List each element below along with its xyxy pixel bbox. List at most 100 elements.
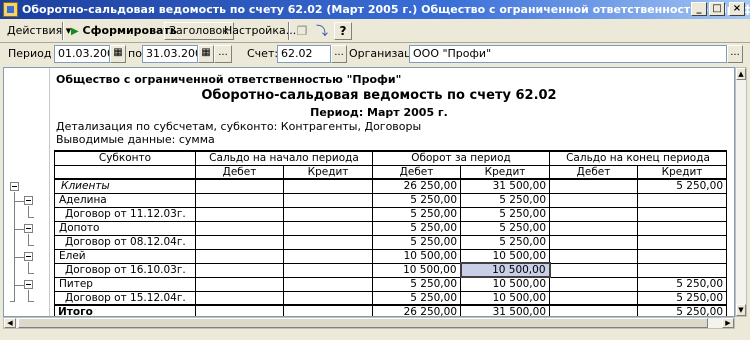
value-cell[interactable] — [195, 192, 284, 208]
table-row[interactable]: Клиенты 26 250,00 31 500,00 5 250,00 — [54, 178, 728, 194]
value-cell[interactable] — [549, 234, 639, 250]
close-button[interactable]: × — [729, 2, 745, 16]
value-cell[interactable]: 5 250,00 — [460, 234, 551, 250]
scroll-up-icon[interactable]: ▲ — [736, 68, 746, 80]
table-row[interactable]: Елей 10 500,00 10 500,00 — [54, 248, 728, 264]
value-cell[interactable] — [282, 276, 374, 292]
period-select-button[interactable]: ... — [214, 45, 232, 63]
value-cell[interactable] — [637, 220, 728, 236]
subconto-cell[interactable]: Договор от 15.12.04г. — [54, 290, 196, 306]
value-cell[interactable] — [282, 206, 374, 222]
value-cell[interactable]: 5 250,00 — [372, 290, 462, 306]
account-field[interactable]: 62.02 — [277, 45, 331, 63]
table-row[interactable]: Питер 5 250,00 10 500,00 5 250,00 — [54, 276, 728, 292]
value-cell[interactable]: 5 250,00 — [372, 220, 462, 236]
value-cell[interactable]: 5 250,00 — [460, 206, 551, 222]
tree-collapse-icon[interactable] — [10, 182, 19, 191]
value-cell[interactable]: 5 250,00 — [637, 178, 728, 194]
table-row[interactable]: Аделина 5 250,00 5 250,00 — [54, 192, 728, 208]
subconto-cell[interactable]: Допото — [54, 220, 196, 236]
value-cell[interactable] — [549, 276, 639, 292]
value-cell[interactable]: 10 500,00 — [459, 262, 551, 278]
value-cell[interactable] — [282, 248, 374, 264]
period-from-field[interactable]: 01.03.2005 — [54, 45, 110, 63]
scroll-down-icon[interactable]: ▼ — [736, 304, 746, 316]
value-cell[interactable] — [195, 234, 284, 250]
value-cell[interactable] — [637, 248, 728, 264]
value-cell[interactable]: 5 250,00 — [372, 206, 462, 222]
subconto-cell[interactable]: Питер — [54, 276, 196, 292]
value-cell[interactable] — [549, 290, 639, 306]
value-cell[interactable] — [282, 178, 374, 194]
table-row[interactable]: Договор от 15.12.04г. 5 250,00 10 500,00 5 … — [54, 290, 728, 306]
value-cell[interactable] — [637, 262, 728, 278]
value-cell[interactable]: 5 250,00 — [460, 192, 551, 208]
vertical-scrollbar[interactable]: ▲ ▼ — [735, 67, 747, 317]
value-cell[interactable]: 10 500,00 — [372, 262, 462, 278]
period-to-field[interactable]: 31.03.2005 — [142, 45, 198, 63]
subconto-cell[interactable]: Договор от 11.12.03г. — [54, 206, 196, 222]
table-row[interactable]: Договор от 11.12.03г. 5 250,00 5 250,00 — [54, 206, 728, 222]
value-cell[interactable]: 10 500,00 — [460, 290, 551, 306]
value-cell[interactable] — [549, 220, 639, 236]
value-cell[interactable] — [282, 220, 374, 236]
value-cell[interactable]: 31 500,00 — [460, 178, 551, 194]
tree-collapse-icon[interactable] — [24, 280, 33, 289]
value-cell[interactable]: 5 250,00 — [637, 276, 728, 292]
value-cell[interactable]: 10 500,00 — [372, 248, 462, 264]
scroll-right-icon[interactable]: ▶ — [722, 318, 734, 328]
value-cell[interactable] — [549, 178, 639, 194]
scroll-thumb[interactable] — [18, 318, 708, 328]
tree-collapse-icon[interactable] — [24, 252, 33, 261]
value-cell[interactable] — [195, 248, 284, 264]
value-cell[interactable] — [282, 192, 374, 208]
calendar-icon[interactable]: ▦ — [110, 45, 126, 63]
tree-collapse-icon[interactable] — [24, 224, 33, 233]
report-area[interactable]: Общество с ограниченной ответственностью… — [3, 67, 735, 317]
ellipsis-icon[interactable]: ... — [331, 45, 347, 63]
value-cell[interactable] — [549, 262, 639, 278]
refresh-icon[interactable]: ⤵ — [313, 22, 331, 40]
value-cell[interactable]: 5 250,00 — [372, 192, 462, 208]
table-row[interactable]: Допото 5 250,00 5 250,00 — [54, 220, 728, 236]
org-field[interactable]: ООО "Профи" — [409, 45, 727, 63]
maximize-button[interactable]: □ — [709, 2, 725, 16]
value-cell[interactable]: 10 500,00 — [460, 248, 551, 264]
subconto-cell[interactable]: Договор от 08.12.04г. — [54, 234, 196, 250]
subconto-cell[interactable]: Аделина — [54, 192, 196, 208]
value-cell[interactable] — [637, 192, 728, 208]
value-cell[interactable] — [549, 206, 639, 222]
value-cell[interactable]: 26 250,00 — [372, 178, 462, 194]
value-cell[interactable]: 5 250,00 — [372, 276, 462, 292]
table-row[interactable]: Договор от 16.10.03г. 10 500,00 10 500,00 — [54, 262, 728, 278]
tree-collapse-icon[interactable] — [24, 196, 33, 205]
value-cell[interactable] — [195, 206, 284, 222]
value-cell[interactable] — [195, 262, 284, 278]
value-cell[interactable]: 5 250,00 — [637, 290, 728, 306]
horizontal-scrollbar[interactable]: ◀ ▶ — [3, 317, 735, 329]
value-cell[interactable] — [195, 276, 284, 292]
value-cell[interactable] — [195, 178, 284, 194]
value-cell[interactable] — [195, 290, 284, 306]
value-cell[interactable] — [637, 206, 728, 222]
value-cell[interactable] — [549, 192, 639, 208]
help-icon[interactable]: ? — [334, 22, 352, 40]
value-cell[interactable] — [195, 220, 284, 236]
ellipsis-icon[interactable]: ... — [727, 45, 743, 63]
value-cell[interactable]: 5 250,00 — [460, 220, 551, 236]
subconto-cell[interactable]: Елей — [54, 248, 196, 264]
copy-icon[interactable]: ❐ — [293, 22, 311, 40]
value-cell[interactable] — [282, 262, 374, 278]
value-cell[interactable] — [637, 234, 728, 250]
value-cell[interactable]: 5 250,00 — [372, 234, 462, 250]
subconto-cell[interactable]: Договор от 16.10.03г. — [54, 262, 196, 278]
value-cell[interactable] — [549, 248, 639, 264]
scroll-left-icon[interactable]: ◀ — [4, 318, 16, 328]
minimize-button[interactable]: _ — [691, 2, 707, 16]
table-row[interactable]: Договор от 08.12.04г. 5 250,00 5 250,00 — [54, 234, 728, 250]
subconto-cell[interactable]: Клиенты — [54, 178, 196, 194]
value-cell[interactable]: 10 500,00 — [460, 276, 551, 292]
value-cell[interactable] — [282, 234, 374, 250]
value-cell[interactable] — [282, 290, 374, 306]
calendar-icon[interactable]: ▦ — [198, 45, 214, 63]
